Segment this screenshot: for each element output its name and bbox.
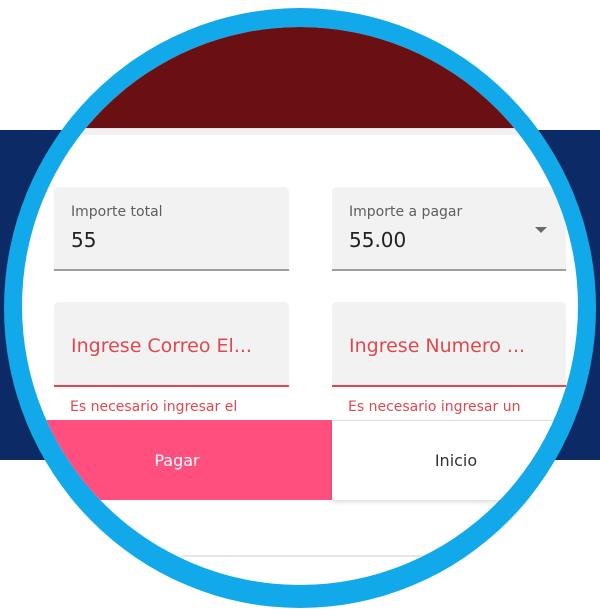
email-error-message: Es necesario ingresar el — [70, 399, 238, 415]
number-error-message: Es necesario ingresar un — [348, 399, 521, 415]
magnified-view: Importe total 55 Importe a pagar 55.00 I… — [22, 27, 578, 585]
total-amount-value: 55 — [71, 228, 97, 252]
payment-amount-value: 55.00 — [349, 228, 407, 252]
number-field[interactable]: Ingrese Numero ... — [332, 302, 566, 387]
app-bar — [22, 27, 578, 128]
card-top-edge — [22, 128, 578, 135]
payment-amount-select[interactable]: Importe a pagar 55.00 — [332, 187, 566, 271]
pay-button[interactable]: Pagar — [22, 420, 332, 500]
chevron-down-icon[interactable] — [535, 227, 547, 233]
total-amount-field[interactable]: Importe total 55 — [54, 187, 289, 271]
home-button[interactable]: Inicio — [332, 420, 578, 500]
footer-divider — [182, 555, 442, 557]
payment-amount-label: Importe a pagar — [349, 204, 463, 220]
total-amount-label: Importe total — [71, 204, 163, 220]
number-placeholder: Ingrese Numero ... — [349, 335, 526, 357]
email-placeholder: Ingrese Correo El... — [71, 335, 252, 357]
email-field[interactable]: Ingrese Correo El... — [54, 302, 289, 387]
